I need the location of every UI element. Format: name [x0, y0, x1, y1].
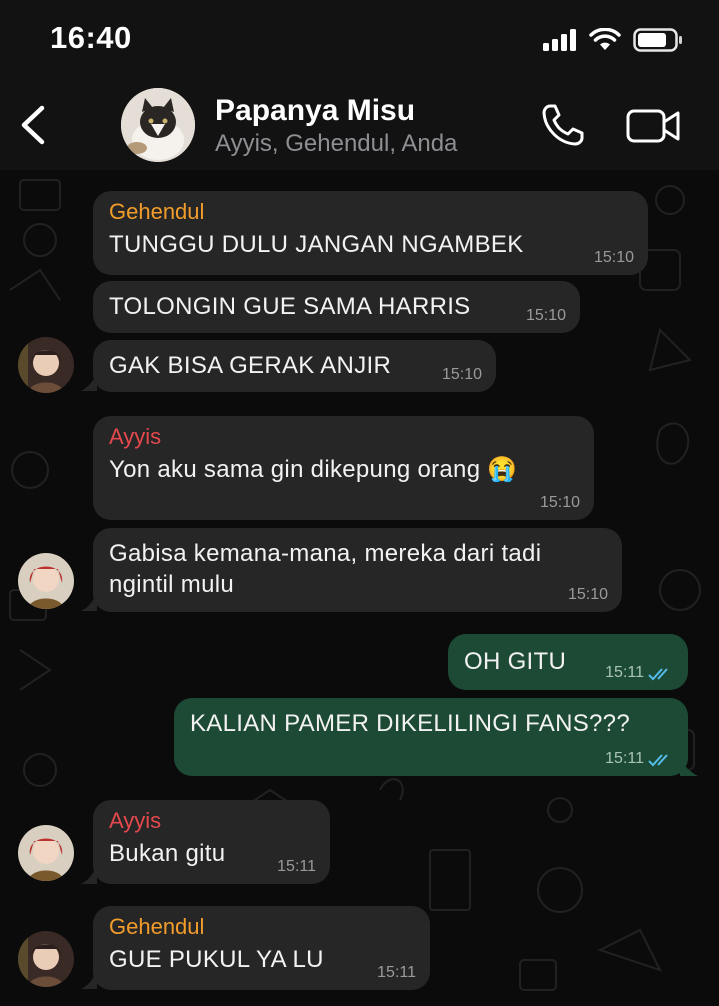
message-bubble[interactable]: Gehendul TUNGGU DULU JANGAN NGAMBEK 15:1…: [93, 191, 648, 275]
avatar-ayyis[interactable]: [18, 553, 74, 609]
message-list[interactable]: Gehendul TUNGGU DULU JANGAN NGAMBEK 15:1…: [0, 170, 719, 1006]
read-ticks-icon: [648, 754, 668, 767]
sender-name[interactable]: Gehendul: [109, 914, 414, 940]
sender-name[interactable]: Ayyis: [109, 424, 578, 450]
chat-members[interactable]: Ayyis, Gehendul, Anda: [215, 130, 457, 158]
message-text: KALIAN PAMER DIKELILINGI FANS???: [190, 710, 630, 737]
status-time: 16:40: [50, 20, 132, 55]
sender-name[interactable]: Ayyis: [109, 808, 314, 834]
message-time: 15:10: [593, 249, 634, 266]
message-text: GAK BISA GERAK ANJIR: [109, 352, 392, 379]
message-text: Gabisa kemana-mana, mereka dari tadi: [109, 540, 542, 567]
avatar-gehendul[interactable]: [18, 931, 74, 987]
chat-title[interactable]: Papanya Misu: [215, 94, 415, 128]
message-text: TOLONGIN GUE SAMA HARRIS: [109, 293, 471, 320]
message-time: 15:11: [277, 858, 316, 875]
group-avatar[interactable]: [121, 88, 195, 162]
message-bubble[interactable]: GAK BISA GERAK ANJIR 15:10: [93, 340, 496, 392]
message-bubble[interactable]: Gehendul GUE PUKUL YA LU 15:11: [93, 906, 430, 990]
sender-name[interactable]: Gehendul: [109, 199, 632, 225]
message-time: 15:10: [567, 586, 608, 603]
message-time: 15:10: [441, 366, 482, 383]
status-icons: [543, 28, 683, 52]
message-text: TUNGGU DULU JANGAN NGAMBEK: [109, 231, 524, 258]
message-bubble-outgoing[interactable]: KALIAN PAMER DIKELILINGI FANS??? 15:11: [174, 698, 688, 776]
avatar-gehendul[interactable]: [18, 337, 74, 393]
wifi-icon: [589, 28, 621, 50]
message-time: 15:11: [377, 964, 416, 981]
battery-icon: [633, 28, 682, 52]
message-text: Yon aku sama gin dikepung orang 😭: [109, 456, 518, 483]
message-time: 15:11: [605, 664, 644, 681]
phone-icon[interactable]: [540, 102, 586, 148]
signal-icon: [543, 29, 576, 51]
message-bubble[interactable]: Ayyis Yon aku sama gin dikepung orang 😭 …: [93, 416, 594, 520]
message-text: ngintil mulu: [109, 571, 234, 598]
status-bar: 16:40: [0, 0, 719, 82]
message-text: GUE PUKUL YA LU: [109, 946, 324, 973]
back-chevron-icon[interactable]: [14, 100, 54, 150]
chat-header: Papanya Misu Ayyis, Gehendul, Anda: [0, 82, 719, 170]
message-bubble[interactable]: Gabisa kemana-mana, mereka dari tadi ngi…: [93, 528, 622, 612]
message-time: 15:10: [539, 494, 580, 511]
bubble-tail: [680, 758, 698, 776]
message-time: 15:11: [605, 750, 644, 767]
video-call-icon[interactable]: [626, 106, 682, 146]
read-ticks-icon: [648, 668, 668, 681]
message-bubble[interactable]: Ayyis Bukan gitu 15:11: [93, 800, 330, 884]
message-bubble[interactable]: TOLONGIN GUE SAMA HARRIS 15:10: [93, 281, 580, 333]
message-bubble-outgoing[interactable]: OH GITU 15:11: [448, 634, 688, 690]
message-time: 15:10: [525, 307, 566, 324]
avatar-ayyis[interactable]: [18, 825, 74, 881]
